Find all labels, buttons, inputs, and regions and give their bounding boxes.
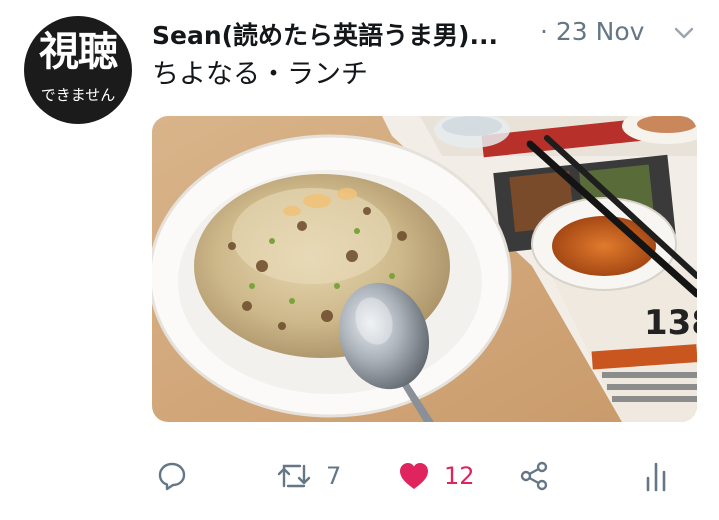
retweet-icon[interactable] — [276, 460, 312, 492]
meta-separator: · — [540, 17, 548, 46]
tweet-actions: 7 12 — [152, 456, 697, 496]
tweet-photo[interactable]: 138 — [152, 116, 697, 422]
tweet[interactable]: 視聴 できません Sean(読めたら英語うま男)... · 23 Nov ちよな… — [0, 0, 719, 520]
avatar-text-large: 視聴 — [39, 29, 118, 75]
photo-fried-rice: 138 — [152, 116, 697, 422]
like-count: 12 — [444, 462, 475, 490]
tweet-date[interactable]: 23 Nov — [556, 17, 645, 46]
like-action[interactable]: 12 — [398, 456, 475, 496]
chevron-down-icon[interactable] — [673, 22, 695, 44]
svg-text:138: 138 — [644, 303, 697, 343]
reply-icon[interactable] — [156, 460, 188, 492]
analytics-icon[interactable] — [644, 460, 668, 492]
reply-action[interactable] — [156, 456, 188, 496]
tweet-header: Sean(読めたら英語うま男)... · 23 Nov — [152, 14, 697, 50]
avatar[interactable]: 視聴 できません — [24, 16, 132, 124]
tweet-text: ちよなる・ランチ — [152, 59, 368, 90]
analytics-action[interactable] — [644, 456, 668, 496]
share-icon[interactable] — [518, 460, 550, 492]
avatar-text-small: できません — [40, 86, 116, 104]
share-action[interactable] — [518, 456, 550, 496]
display-name[interactable]: Sean(読めたら英語うま男)... — [152, 16, 534, 52]
heart-icon[interactable] — [398, 461, 430, 491]
retweet-action[interactable]: 7 — [276, 456, 341, 496]
retweet-count: 7 — [326, 462, 342, 490]
tweet-meta: · 23 Nov — [540, 17, 644, 46]
